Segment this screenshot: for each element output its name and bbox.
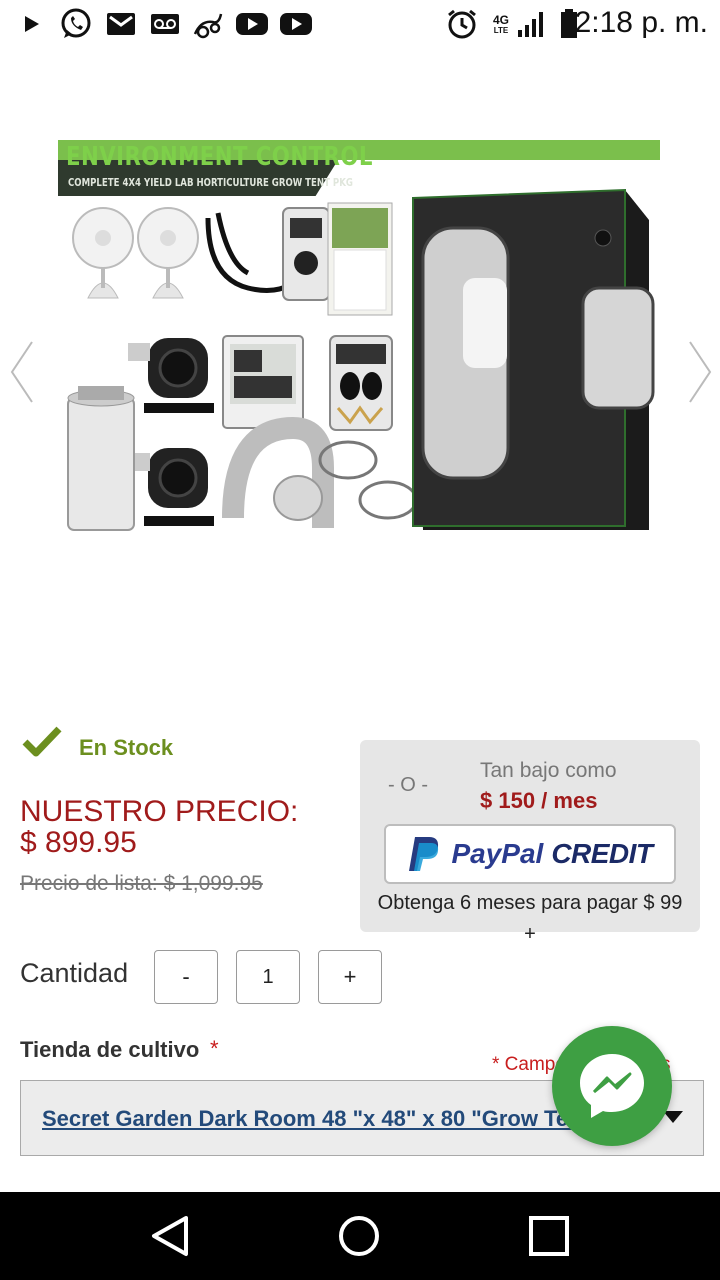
quantity-input[interactable] [236, 950, 300, 1004]
price-label: NUESTRO PRECIO: [20, 795, 299, 828]
recent-apps-icon[interactable] [519, 1210, 579, 1262]
trellis-net-bag-icon [327, 202, 393, 316]
play-icon [22, 8, 42, 40]
grow-tent-option-label: Tienda de cultivo [20, 1037, 200, 1062]
paypal-brand-label: PayPal [451, 838, 544, 869]
inline-fan-icon [128, 448, 214, 526]
next-image-arrow[interactable] [686, 340, 714, 404]
app-icon [190, 8, 226, 40]
carbon-filter-icon [67, 386, 135, 531]
network-label: 4G [492, 12, 509, 27]
duct-clamp-icon [318, 440, 418, 520]
product-image[interactable]: ENVIRONMENT CONTROL COMPLETE 4X4 YIELD L… [58, 138, 662, 548]
grow-tent-icon [412, 188, 655, 530]
paypal-credit-label: CREDIT [551, 838, 653, 869]
system-navigation-bar [0, 1192, 720, 1280]
whatsapp-icon [58, 8, 94, 40]
rope-ratchet-icon [329, 335, 393, 431]
paypal-credit-box: - O - Tan bajo como $ 150 / mes PayPal C… [360, 740, 700, 945]
back-icon[interactable] [140, 1210, 200, 1262]
home-icon[interactable] [329, 1210, 389, 1262]
required-marker: * [210, 1036, 219, 1061]
paypal-monthly-price: $ 150 / mes [480, 788, 598, 813]
quantity-increase-button[interactable]: + [318, 950, 382, 1004]
paypal-financing-note: Obtenga 6 meses para pagar $ 99 + [377, 892, 683, 945]
network-icon: 4G LTE [488, 8, 514, 40]
signal-icon [516, 8, 548, 40]
previous-image-arrow[interactable] [8, 340, 36, 404]
paypal-low-as-label: Tan bajo como [480, 759, 617, 782]
check-icon [22, 725, 62, 759]
hygrometer-icon [222, 335, 304, 429]
voicemail-icon [148, 8, 182, 40]
clip-fan-icon [137, 207, 199, 299]
paypal-or-separator: - O - [388, 774, 428, 796]
paypal-p-icon [409, 837, 439, 871]
list-price: Precio de lista: $ 1,099.95 [20, 872, 263, 895]
speed-controller-icon [205, 207, 330, 301]
gmail-icon [104, 8, 138, 40]
clock: 2:18 p. m. [574, 6, 708, 39]
product-kit-illustration [67, 188, 655, 531]
ducting-icon [222, 416, 334, 528]
clip-fan-icon [72, 207, 134, 299]
dropdown-caret-icon [663, 1111, 683, 1123]
messenger-icon [580, 1054, 644, 1118]
stock-status: En Stock [79, 735, 174, 760]
alarm-icon [445, 8, 479, 40]
quantity-label: Cantidad [20, 958, 129, 988]
messenger-chat-button[interactable] [552, 1026, 672, 1146]
network-sub-label: LTE [493, 25, 509, 35]
paypal-credit-button[interactable]: PayPal CREDIT [384, 824, 676, 884]
grow-tent-selected-value: Secret Garden Dark Room 48 "x 48" x 80 "… [42, 1106, 589, 1131]
youtube-icon [278, 8, 314, 40]
status-bar: 4G LTE 2:18 p. m. [0, 0, 720, 50]
inline-fan-icon [128, 338, 214, 413]
price-value: $ 899.95 [20, 826, 137, 859]
youtube-icon [234, 8, 270, 40]
quantity-decrease-button[interactable]: - [154, 950, 218, 1004]
